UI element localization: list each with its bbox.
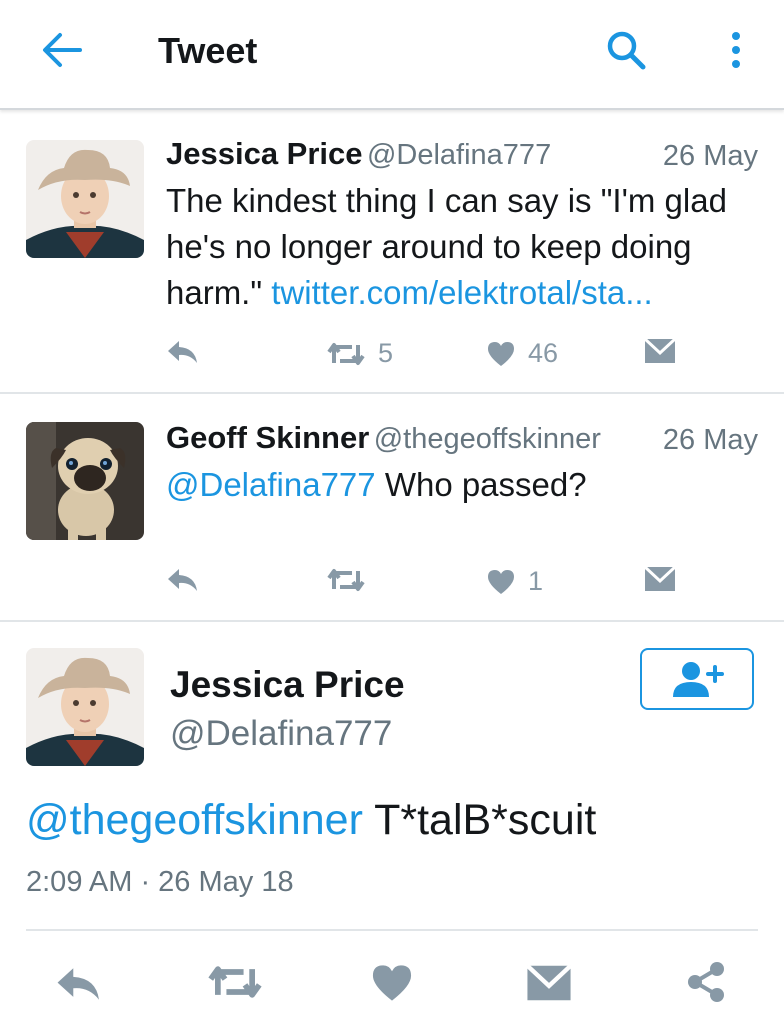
follow-button[interactable] [640,648,754,710]
avatar[interactable] [26,648,144,766]
like-button[interactable]: 46 [486,338,558,369]
author-handle[interactable]: @thegeoffskinner [374,423,601,455]
direct-message-icon [525,964,573,1001]
like-count: 46 [528,338,559,368]
tweet-date: 26 May [662,424,758,456]
tweet-date: 26 May [662,140,758,172]
retweet-icon [327,342,365,365]
avatar-photo [26,422,144,540]
reply-tweet[interactable]: Geoff Skinner @thegeoffskinner 26 May @D… [0,394,784,620]
retweet-button[interactable] [206,962,264,1007]
retweet-button[interactable] [326,566,378,594]
reply-button[interactable] [166,566,200,594]
retweet-icon [208,966,262,998]
tweet-timestamp: 2:09 AM · 26 May 18 [26,866,294,898]
tweet-text-plain: harm." [166,274,263,311]
tweet-text-line: The kindest thing I can say is "I'm glad [166,182,727,219]
like-count: 1 [528,566,544,596]
tweet-text: @thegeoffskinner T*talB*scuit [26,796,596,845]
search-icon[interactable] [604,28,648,72]
tweet-text-plain: T*talB*scuit [374,796,597,844]
direct-message-button[interactable] [525,964,573,1007]
author-handle[interactable]: @Delafina777 [367,139,551,171]
avatar-photo [26,648,144,766]
reply-icon [57,968,99,1000]
like-icon [372,965,412,1001]
tweet-link[interactable]: twitter.com/elektrotal/sta... [271,274,652,311]
mention-link[interactable]: @Delafina777 [166,466,376,503]
direct-message-icon [644,566,676,591]
author-handle[interactable]: @Delafina777 [170,714,392,754]
page-title: Tweet [158,30,258,71]
avatar[interactable] [26,422,144,540]
reply-icon [168,569,197,591]
follow-user-icon [673,662,724,697]
like-icon [488,341,514,366]
retweet-icon [327,569,365,591]
like-button[interactable]: 1 [486,566,543,597]
author-name[interactable]: Jessica Price [170,664,405,706]
reply-tweet[interactable]: Jessica Price @Delafina777 26 May The ki… [0,110,784,392]
more-vertical-icon[interactable] [724,28,748,72]
tweet-header: Geoff Skinner @thegeoffskinner [166,420,601,456]
author-name[interactable]: Jessica Price [166,136,363,171]
direct-message-button[interactable] [644,566,676,592]
tweet-text: The kindest thing I can say is "I'm glad… [166,178,766,316]
retweet-count: 5 [378,338,394,368]
like-icon [488,569,514,594]
tweet-text: @Delafina777 Who passed? [166,462,766,508]
author-name[interactable]: Geoff Skinner [166,420,369,455]
tweet-text-line: harm." twitter.com/elektrotal/sta... [166,270,766,316]
tweet-header: Jessica Price @Delafina777 [166,136,551,172]
share-icon [688,962,724,1002]
tweet-text-line: he's no longer around to keep doing [166,228,692,265]
like-button[interactable] [370,962,414,1009]
tweet-text-plain: Who passed? [384,466,587,503]
reply-button[interactable] [54,964,104,1009]
mention-link[interactable]: @thegeoffskinner [26,796,363,844]
back-arrow-icon[interactable] [40,30,84,70]
share-button[interactable] [684,960,728,1009]
avatar[interactable] [26,140,144,258]
retweet-button[interactable]: 5 [326,338,393,369]
avatar-photo [26,140,144,258]
direct-message-icon [644,338,676,363]
reply-icon [168,341,197,363]
reply-button[interactable] [166,338,200,366]
direct-message-button[interactable] [644,338,676,364]
divider [26,929,758,931]
app-bar: Tweet [0,0,784,110]
